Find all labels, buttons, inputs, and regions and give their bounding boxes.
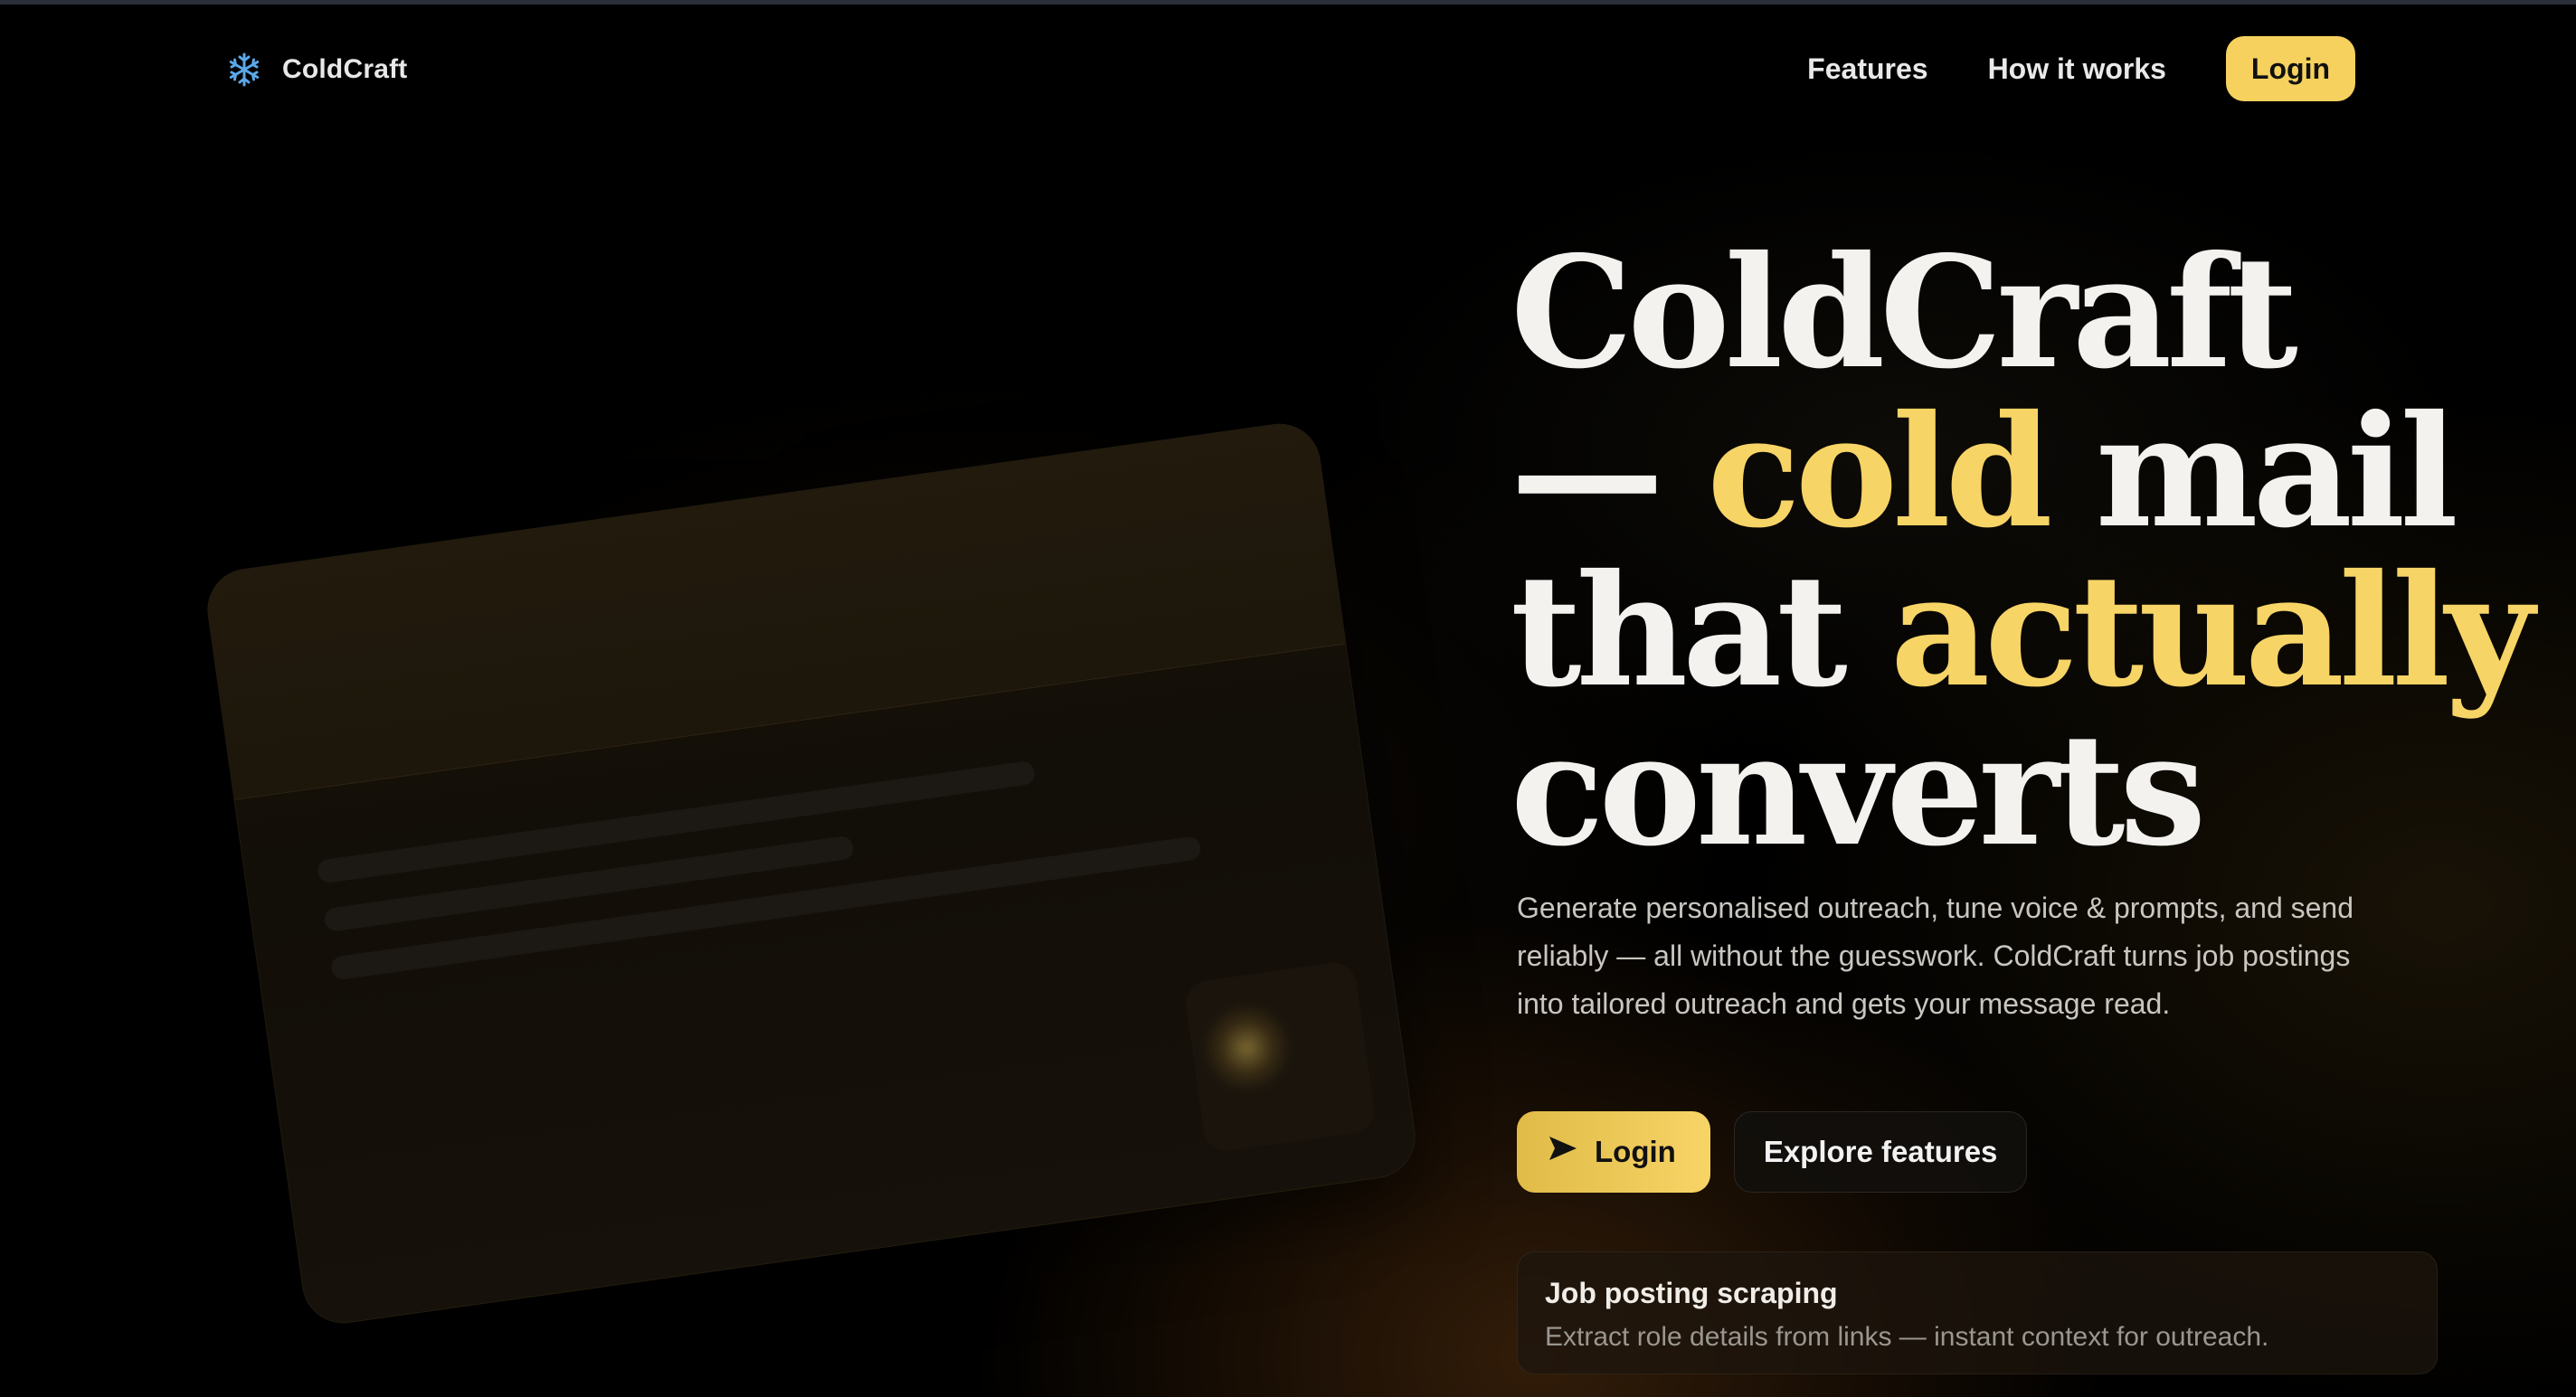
card-chip <box>1182 959 1378 1155</box>
brand-name: ColdCraft <box>282 54 408 84</box>
brand[interactable]: ColdCraft <box>224 49 407 90</box>
hero-title-line-2: — cold mail <box>1511 392 2524 552</box>
send-arrow-icon <box>1548 1135 1578 1169</box>
hero-title-line-4: converts <box>1511 711 2524 870</box>
hero-title-line-3: that actually <box>1511 552 2534 711</box>
explore-features-button[interactable]: Explore features <box>1733 1111 2028 1193</box>
feature-description: Extract role details from links — instan… <box>1545 1322 2269 1352</box>
hero-login-label: Login <box>1595 1135 1676 1168</box>
hero-title-text: — <box>1511 382 1708 562</box>
hero-cta-group: Login Explore features <box>1517 1111 2028 1193</box>
hero-title-accent: actually <box>1890 541 2534 722</box>
hero-title-text: mail <box>2047 382 2458 562</box>
nav-login-button[interactable]: Login <box>2225 36 2355 101</box>
snowflake-icon <box>224 50 264 90</box>
hero-login-button[interactable]: Login <box>1517 1111 1710 1193</box>
feature-card: Job posting scraping Extract role detail… <box>1517 1251 2438 1374</box>
hero-title: ColdCraft — cold mail that actually conv… <box>1511 233 2534 870</box>
feature-title: Job posting scraping <box>1545 1277 1838 1309</box>
hero-title-accent: cold <box>1707 382 2052 562</box>
chip-glow <box>1196 996 1298 1100</box>
hero-title-text: converts <box>1511 700 2206 881</box>
window-top-border <box>0 0 2576 5</box>
nav-link-features[interactable]: Features <box>1807 52 1927 86</box>
nav-link-how-it-works[interactable]: How it works <box>1988 52 2166 86</box>
hero-title-text: ColdCraft <box>1511 222 2298 403</box>
hero-description: Generate personalised outreach, tune voi… <box>1517 892 2354 1020</box>
hero-title-line-1: ColdCraft <box>1511 233 2524 392</box>
top-nav: Features How it works Login <box>1807 36 2355 101</box>
hero-title-text: that <box>1511 541 1890 722</box>
email-card-illustration <box>202 418 1421 1329</box>
